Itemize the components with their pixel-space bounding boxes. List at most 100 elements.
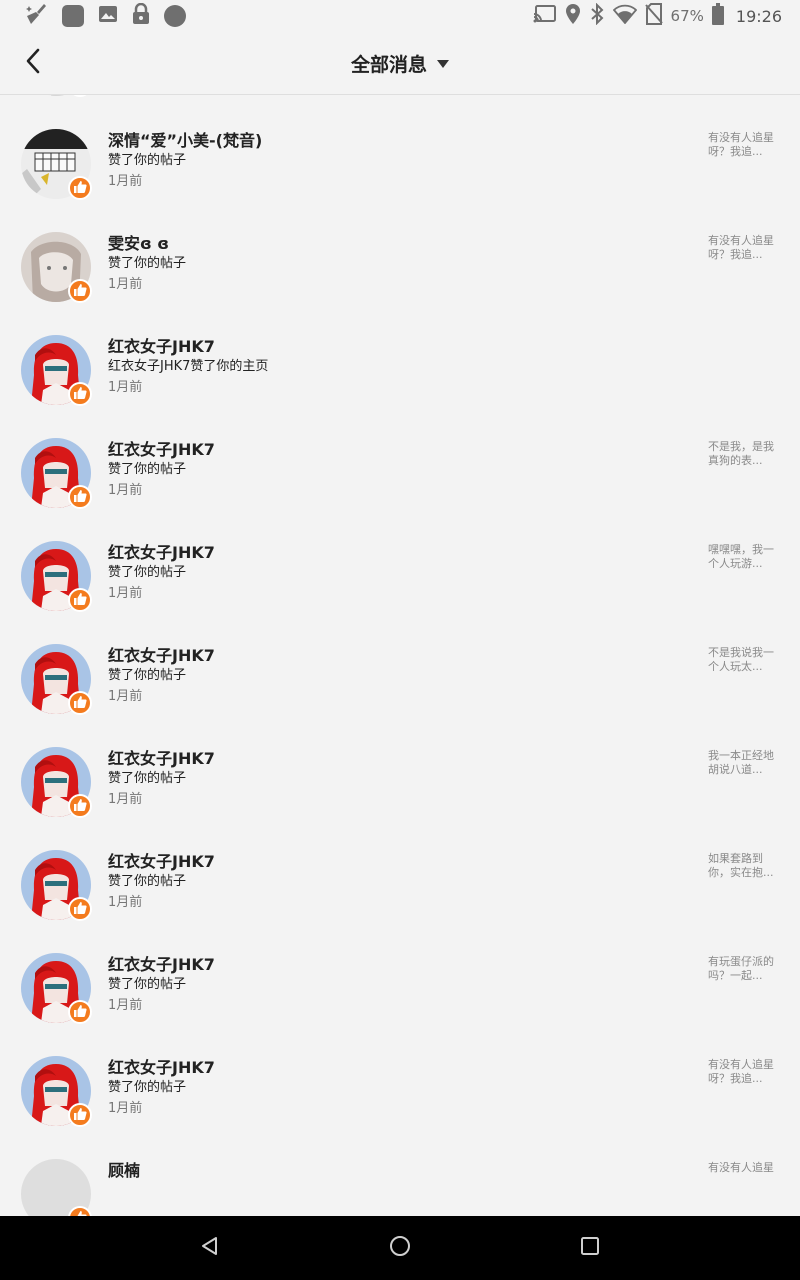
system-nav-bar (0, 1216, 800, 1280)
like-badge (68, 382, 92, 406)
user-name[interactable]: 红衣女子JHK7 (108, 333, 215, 357)
post-preview[interactable]: 有没有人追星呀？我追... (708, 131, 780, 159)
notification-time: 1月前 (108, 483, 143, 498)
location-icon (565, 3, 581, 29)
like-badge (68, 794, 92, 818)
clock: 19:26 (735, 6, 782, 26)
notification-list[interactable]: 赞了你的帖子1月前有没有人追星呀？我追...深情“爱”小美-(梵音)赞了你的帖子… (0, 95, 800, 1216)
like-badge (68, 1000, 92, 1024)
notification-item[interactable]: 红衣女子JHK7 赞了你的帖子 1月前 如果套路到你，实在抱... (0, 834, 800, 937)
nav-home-button[interactable] (380, 1228, 420, 1268)
user-name[interactable]: 红衣女子JHK7 (108, 1054, 215, 1078)
app-header: 全部消息 (0, 32, 800, 95)
like-badge (68, 176, 92, 200)
post-preview[interactable]: 嘿嘿嘿，我一个人玩游... (708, 543, 780, 571)
like-badge (68, 279, 92, 303)
broom-icon (24, 2, 48, 30)
notification-action: 红衣女子JHK7赞了你的主页 (108, 359, 269, 374)
user-name[interactable]: 红衣女子JHK7 (108, 436, 215, 460)
thumbs-up-icon (73, 1209, 87, 1216)
post-preview[interactable]: 有玩蛋仔派的吗？一起... (708, 955, 780, 983)
notification-action: 赞了你的帖子 (108, 565, 187, 580)
circle-icon (164, 5, 186, 27)
notification-action: 赞了你的帖子 (108, 771, 187, 786)
user-name[interactable]: 雯安ɞ ɞ (108, 230, 169, 254)
home-circle-icon (388, 1234, 412, 1262)
notification-list-inner: 赞了你的帖子1月前有没有人追星呀？我追...深情“爱”小美-(梵音)赞了你的帖子… (0, 95, 800, 1216)
bluetooth-icon (589, 2, 605, 29)
post-preview[interactable]: 有没有人追星呀？我追... (708, 234, 780, 262)
notification-time: 1月前 (108, 586, 143, 601)
post-preview[interactable]: 有没有人追星 (708, 1161, 780, 1175)
nav-back-button[interactable] (190, 1228, 230, 1268)
notification-action: 赞了你的帖子 (108, 1080, 187, 1095)
page-title: 全部消息 (350, 54, 427, 76)
like-badge (68, 1103, 92, 1127)
no-sim-icon (644, 3, 663, 29)
status-bar: 67% 19:26 (0, 0, 800, 32)
battery-icon (711, 3, 724, 29)
like-badge (68, 95, 92, 97)
notification-time: 1月前 (108, 895, 143, 910)
notification-action: 赞了你的帖子 (108, 874, 187, 889)
thumbs-up-icon (73, 591, 87, 610)
like-badge (68, 588, 92, 612)
user-name[interactable]: 红衣女子JHK7 (108, 745, 215, 769)
lock-icon (132, 2, 150, 29)
post-preview[interactable]: 不是我说我一个人玩太... (708, 646, 780, 674)
user-name[interactable]: 顾楠 (108, 1157, 140, 1181)
cast-icon (533, 4, 557, 28)
user-name[interactable]: 红衣女子JHK7 (108, 642, 215, 666)
like-badge (68, 691, 92, 715)
post-preview[interactable]: 有没有人追星呀？我追... (708, 1058, 780, 1086)
battery-percent: 67% (670, 7, 704, 25)
thumbs-up-icon (73, 797, 87, 816)
thumbs-up-icon (73, 1003, 87, 1022)
recents-square-icon (579, 1235, 601, 1261)
notification-time: 1月前 (108, 174, 143, 189)
notification-action: 赞了你的帖子 (108, 668, 187, 683)
notification-item[interactable]: 红衣女子JHK7 红衣女子JHK7赞了你的主页 1月前 (0, 319, 800, 422)
notification-action: 赞了你的帖子 (108, 256, 187, 271)
like-badge (68, 897, 92, 921)
like-badge (68, 485, 92, 509)
notification-item[interactable]: 红衣女子JHK7 赞了你的帖子 1月前 有玩蛋仔派的吗？一起... (0, 937, 800, 1040)
thumbs-up-icon (73, 282, 87, 301)
notification-time: 1月前 (108, 792, 143, 807)
notification-action: 赞了你的帖子 (108, 153, 187, 168)
thumbs-up-icon (73, 179, 87, 198)
user-name[interactable]: 红衣女子JHK7 (108, 951, 215, 975)
post-preview[interactable]: 如果套路到你，实在抱... (708, 852, 780, 880)
nav-recents-button[interactable] (570, 1228, 610, 1268)
user-name[interactable]: 红衣女子JHK7 (108, 539, 215, 563)
notification-item[interactable]: 红衣女子JHK7 赞了你的帖子 1月前 不是我说我一个人玩太... (0, 628, 800, 731)
user-name[interactable]: 深情“爱”小美-(梵音) (108, 127, 262, 151)
post-preview[interactable]: 我一本正经地胡说八道... (708, 749, 780, 777)
notification-action: 赞了你的帖子 (108, 977, 187, 992)
notification-time: 1月前 (108, 380, 143, 395)
notification-item[interactable]: 顾楠 有没有人追星 (0, 1143, 800, 1216)
notification-item[interactable]: 红衣女子JHK7 赞了你的帖子 1月前 不是我，是我真狗的表... (0, 422, 800, 525)
post-preview[interactable]: 不是我，是我真狗的表... (708, 440, 780, 468)
back-triangle-icon (199, 1235, 221, 1261)
notification-item[interactable]: 红衣女子JHK7 赞了你的帖子 1月前 有没有人追星呀？我追... (0, 1040, 800, 1143)
caret-down-icon (437, 59, 449, 68)
notification-item[interactable]: 赞了你的帖子1月前有没有人追星呀？我追... (0, 95, 800, 113)
notification-time: 1月前 (108, 998, 143, 1013)
notification-item[interactable]: 雯安ɞ ɞ 赞了你的帖子 1月前 有没有人追星呀？我追... (0, 216, 800, 319)
notification-action: 赞了你的帖子 (108, 462, 187, 477)
message-filter-dropdown[interactable]: 全部消息 (0, 32, 800, 95)
thumbs-up-icon (73, 1106, 87, 1125)
thumbs-up-icon (73, 488, 87, 507)
notification-time: 1月前 (108, 689, 143, 704)
app-square-icon (62, 5, 84, 27)
user-name[interactable]: 红衣女子JHK7 (108, 848, 215, 872)
notification-time: 1月前 (108, 1101, 143, 1116)
notification-item[interactable]: 红衣女子JHK7 赞了你的帖子 1月前 我一本正经地胡说八道... (0, 731, 800, 834)
notification-item[interactable]: 深情“爱”小美-(梵音) 赞了你的帖子 1月前 有没有人追星呀？我追... (0, 113, 800, 216)
notification-time: 1月前 (108, 277, 143, 292)
wifi-icon (612, 4, 637, 28)
notification-item[interactable]: 红衣女子JHK7 赞了你的帖子 1月前 嘿嘿嘿，我一个人玩游... (0, 525, 800, 628)
thumbs-up-icon (73, 900, 87, 919)
image-icon (98, 4, 118, 28)
